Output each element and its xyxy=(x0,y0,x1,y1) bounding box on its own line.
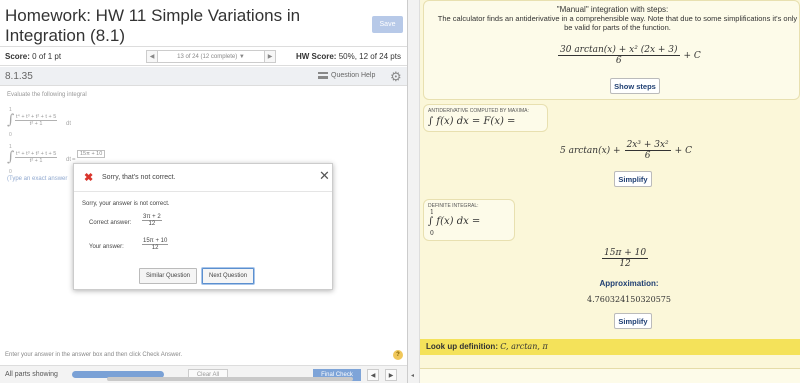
antiderivative-card: ANTIDERIVATIVE COMPUTED BY MAXIMA: ∫ f(x… xyxy=(423,104,548,132)
question-select[interactable]: 13 of 24 (12 complete) ▼ xyxy=(158,50,264,63)
result2-fraction: 2x³ + 3x² 6 xyxy=(624,140,671,161)
hw-score-text: HW Score: 50%, 12 of 24 pts xyxy=(296,52,401,61)
steps-description: The calculator finds an antiderivative i… xyxy=(437,14,798,32)
def-lower-limit: 0 xyxy=(430,230,434,237)
antiderivative-label: ANTIDERIVATIVE COMPUTED BY MAXIMA: xyxy=(428,108,529,114)
your-answer-denominator: 12 xyxy=(151,245,159,251)
dialog-header-text: Sorry, that's not correct. xyxy=(102,174,176,181)
score-text: Score: 0 of 1 pt xyxy=(5,52,61,61)
divider-caret-icon: ◂ xyxy=(411,373,415,379)
score-value: 0 of 1 pt xyxy=(32,52,62,61)
result3-denominator: 12 xyxy=(619,259,631,269)
lookup-definition: Look up definition: C, arctan, π xyxy=(426,342,548,351)
list-icon xyxy=(318,72,328,79)
hw-score-value: 50%, 12 of 24 pts xyxy=(338,52,401,61)
close-icon[interactable]: ✕ xyxy=(319,168,330,184)
help-icon[interactable]: ? xyxy=(393,350,403,360)
dialog-header: ✖ Sorry, that's not correct. ✕ xyxy=(74,164,332,192)
result1-fraction: 30 arctan(x) + x² (2x + 3) 6 xyxy=(558,45,680,66)
approximation-value: 4.760324150320575 xyxy=(587,295,671,304)
previous-arrow-icon[interactable]: ◀ xyxy=(367,369,379,381)
pane-divider[interactable]: ◂ xyxy=(407,0,420,383)
horizontal-scrollbar[interactable] xyxy=(107,377,353,381)
result1-denominator: 6 xyxy=(615,56,622,66)
all-parts-label: All parts showing xyxy=(5,371,58,378)
steps-result: 30 arctan(x) + x² (2x + 3) 6 + C xyxy=(558,45,701,66)
enter-answer-hint: Enter your answer in the answer box and … xyxy=(5,352,183,358)
gear-icon[interactable]: ⚙ xyxy=(390,69,402,85)
right-bottom-strip xyxy=(420,368,800,383)
result2-numerator: 2x³ + 3x² xyxy=(624,140,671,151)
dialog-body-text: Sorry, your answer is not correct. xyxy=(82,201,170,207)
def-upper-limit: 1 xyxy=(430,209,434,216)
next-question-button[interactable]: Next Question xyxy=(202,268,255,284)
hw-score-label: HW Score: xyxy=(296,52,337,61)
score-label: Score: xyxy=(5,52,30,61)
plus-c: + C xyxy=(674,145,692,156)
correct-answer-label: Correct answer: xyxy=(89,220,132,226)
steps-title: "Manual" integration with steps: xyxy=(556,5,669,14)
right-pane: "Manual" integration with steps: The cal… xyxy=(420,0,800,383)
your-answer-label: Your answer: xyxy=(89,244,124,250)
antiderivative-result: 5 arctan(x) + 2x³ + 3x² 6 + C xyxy=(560,140,692,161)
plus-c: + C xyxy=(683,50,701,61)
score-bar: Score: 0 of 1 pt ◀ 13 of 24 (12 complete… xyxy=(0,46,407,66)
next-question-arrow-icon[interactable]: ▶ xyxy=(264,50,276,63)
simplify-approx-button[interactable]: Simplify xyxy=(614,313,652,329)
question-bar: 8.1.35 Question Help ⚙ xyxy=(0,67,407,86)
question-help-label: Question Help xyxy=(331,72,376,79)
similar-question-button[interactable]: Similar Question xyxy=(139,268,198,284)
your-answer-numerator: 15π + 10 xyxy=(142,238,169,245)
show-steps-button[interactable]: Show steps xyxy=(610,78,660,94)
definite-integral-card: DEFINITE INTEGRAL: 1 ∫ f(x) dx = 0 xyxy=(423,199,515,241)
homework-title: Homework: HW 11 Simple Variations in Int… xyxy=(5,6,301,45)
lookup-label: Look up definition: xyxy=(426,342,498,351)
correct-answer-numerator: 3π + 2 xyxy=(142,214,162,221)
definite-integral-expression: ∫ f(x) dx = xyxy=(428,216,481,227)
simplify-button[interactable]: Simplify xyxy=(614,171,652,187)
error-x-icon: ✖ xyxy=(84,172,94,184)
correct-answer-fraction: 3π + 2 12 xyxy=(142,214,162,227)
integration-steps-card: "Manual" integration with steps: The cal… xyxy=(423,0,800,100)
definite-integral-label: DEFINITE INTEGRAL: xyxy=(428,203,479,209)
lookup-bar: Look up definition: C, arctan, π xyxy=(420,339,800,355)
result2-denominator: 6 xyxy=(644,151,651,161)
lookup-terms[interactable]: C, arctan, π xyxy=(500,342,547,351)
save-button[interactable]: Save xyxy=(372,16,403,33)
your-answer-fraction: 15π + 10 12 xyxy=(142,238,169,251)
question-number: 8.1.35 xyxy=(5,71,33,82)
result1-numerator: 30 arctan(x) + x² (2x + 3) xyxy=(558,45,680,56)
result3-fraction: 15π + 10 12 xyxy=(602,248,649,269)
antiderivative-expression: ∫ f(x) dx = F(x) = xyxy=(428,116,516,127)
prev-question-arrow-icon[interactable]: ◀ xyxy=(146,50,158,63)
approximation-label: Approximation: xyxy=(599,279,659,288)
result3-numerator: 15π + 10 xyxy=(602,248,649,259)
definite-result: 15π + 10 12 xyxy=(602,248,649,269)
question-help-link[interactable]: Question Help xyxy=(318,72,375,79)
incorrect-answer-dialog: ✖ Sorry, that's not correct. ✕ Sorry, yo… xyxy=(73,163,333,290)
result2-lead: 5 arctan(x) + xyxy=(560,145,621,156)
correct-answer-denominator: 12 xyxy=(148,221,156,227)
dialog-buttons: Similar Question Next Question xyxy=(139,268,255,284)
left-pane: Homework: HW 11 Simple Variations in Int… xyxy=(0,0,407,383)
question-pager: ◀ 13 of 24 (12 complete) ▼ ▶ xyxy=(146,50,276,63)
next-arrow-icon[interactable]: ▶ xyxy=(385,369,397,381)
